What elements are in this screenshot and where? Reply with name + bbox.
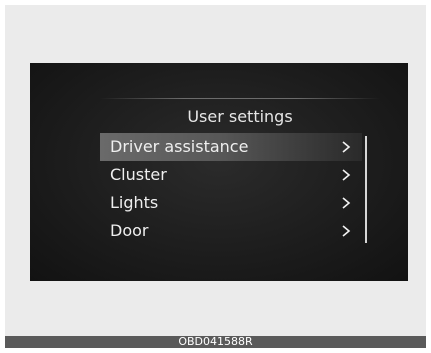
menu-item-label: Driver assistance (110, 137, 249, 156)
caption-bar: OBD041588R (5, 335, 426, 348)
cluster-display: User settings Driver assistance Cluster … (30, 63, 408, 281)
menu-item-driver-assistance[interactable]: Driver assistance (100, 133, 362, 161)
page-title: User settings (187, 107, 293, 126)
menu-item-label: Cluster (110, 165, 167, 184)
header-divider (100, 98, 380, 99)
figure-code: OBD041588R (178, 335, 253, 348)
menu-item-cluster[interactable]: Cluster (100, 161, 362, 189)
settings-menu: Driver assistance Cluster Lights Door (100, 133, 362, 245)
figure-frame: User settings Driver assistance Cluster … (5, 5, 426, 348)
chevron-right-icon (342, 189, 354, 217)
chevron-right-icon (342, 161, 354, 189)
menu-item-label: Door (110, 221, 149, 240)
menu-item-door[interactable]: Door (100, 217, 362, 245)
menu-item-lights[interactable]: Lights (100, 189, 362, 217)
chevron-right-icon (342, 133, 354, 161)
chevron-right-icon (342, 217, 354, 245)
scrollbar[interactable] (365, 136, 367, 243)
menu-item-label: Lights (110, 193, 159, 212)
